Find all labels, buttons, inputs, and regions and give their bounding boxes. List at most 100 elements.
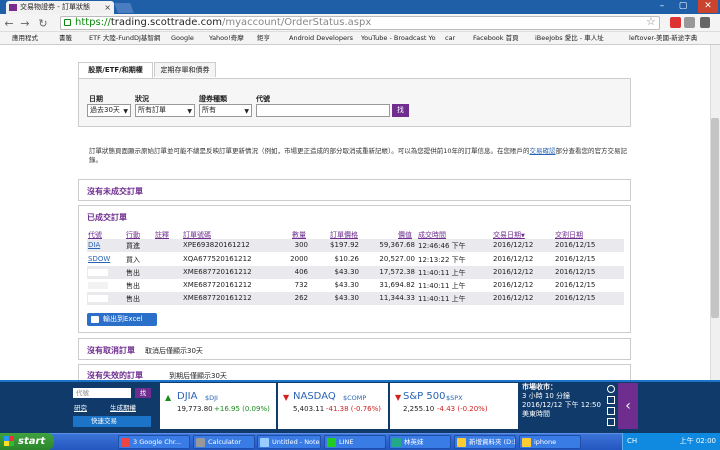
table-row: SDOW 買入 XQA677520161212 2000 $10.26 20,5… — [87, 253, 624, 266]
market-status-label: 市場收市： — [522, 383, 557, 391]
input-language[interactable]: CH — [627, 433, 637, 450]
options-link[interactable]: 生成期權 — [110, 402, 136, 412]
bookmark-icon — [248, 35, 255, 42]
trade-date-cell: 2016/12/12 — [493, 281, 534, 289]
bookmark-item[interactable]: YouTube - Broadcast Yo — [352, 33, 436, 44]
quantity-cell: 2000 — [290, 255, 308, 263]
status-select[interactable]: 所有訂單 ▼ — [135, 104, 195, 117]
taskbar-item[interactable]: Untitled - Note... — [257, 435, 321, 449]
line-icon — [327, 438, 336, 447]
address-bar[interactable]: https://trading.scottrade.com/myaccount/… — [60, 16, 660, 30]
bookmark-icon — [352, 35, 359, 42]
bookmark-item[interactable]: Android Developers — [280, 33, 353, 44]
bookmark-item[interactable]: ETF 大陸-FundDJ基智網 — [80, 33, 160, 44]
taskbar-item[interactable]: 新增資料夾 (D:) — [454, 435, 516, 449]
extension-icon[interactable] — [684, 17, 695, 28]
settings-icon[interactable] — [607, 396, 615, 404]
ticker-tools — [604, 383, 618, 429]
close-tab-icon[interactable]: × — [104, 1, 111, 14]
tab-cd-bonds[interactable]: 定期存單和債券 — [154, 62, 216, 77]
index-value: 19,773.80 — [177, 405, 213, 413]
taskbar-item[interactable]: LINE — [324, 435, 386, 449]
bookmark-item[interactable]: leftover-美國-新途字典 — [620, 33, 697, 44]
value-cell: 17,572.38 — [379, 268, 415, 276]
action-cell: 售出 — [126, 269, 140, 277]
maximize-button[interactable]: ▢ — [676, 0, 690, 13]
open-orders-title: 沒有未成交訂單 — [87, 187, 143, 196]
index-change: -4.43 (-0.20%) — [437, 405, 488, 413]
bookmark-icon — [620, 35, 627, 42]
settle-date-cell: 2016/12/15 — [555, 294, 596, 302]
tab-stocks-etf[interactable]: 股票/ETF/和期權 — [78, 62, 153, 78]
extension-icon[interactable] — [670, 17, 681, 28]
index-change: -41.38 (-0.76%) — [326, 405, 382, 413]
ticker-symbol-input[interactable]: 代號 — [73, 388, 131, 398]
system-tray: CH 上午 02:00 — [622, 433, 720, 450]
down-arrow-icon: ▼ — [395, 393, 402, 402]
bookmark-icon — [3, 35, 10, 42]
refresh-icon[interactable] — [607, 385, 615, 393]
notepad-icon — [260, 438, 269, 447]
bookmark-item[interactable]: 應用程式 — [3, 33, 38, 44]
start-button[interactable]: start — [0, 433, 54, 450]
symbol-link[interactable]: DIA — [88, 241, 100, 249]
url-path: /myaccount/OrderStatus.aspx — [221, 17, 372, 28]
bookmark-item[interactable]: Google — [162, 33, 194, 44]
order-price-cell: $43.30 — [334, 281, 360, 289]
symbol-link[interactable] — [88, 282, 108, 289]
taskbar-item[interactable]: iphone — [519, 435, 581, 449]
bookmark-item[interactable]: Facebook 首頁 — [464, 33, 519, 44]
index-value: 5,403.11 — [293, 405, 325, 413]
value-cell: 59,367.68 — [379, 241, 415, 249]
reload-icon[interactable]: ↻ — [36, 17, 50, 30]
index-name: DJIA — [177, 391, 198, 402]
help-icon[interactable] — [607, 407, 615, 415]
date-select[interactable]: 過去30天 ▼ — [87, 104, 131, 117]
cancelled-orders-panel: 沒有取消訂單 取消后僅顯示30天 — [78, 338, 631, 360]
symbol-input[interactable] — [256, 104, 390, 117]
menu-icon[interactable] — [700, 17, 710, 28]
code-label: 代號 — [256, 95, 270, 103]
window-close-button[interactable]: ✕ — [698, 0, 718, 13]
quick-trade-button[interactable]: 快速交易 — [73, 416, 151, 427]
ticker-go-button[interactable]: 找 — [135, 388, 151, 398]
order-price-cell: $43.30 — [334, 268, 360, 276]
quantity-cell: 406 — [294, 268, 308, 276]
favicon-icon — [9, 4, 17, 11]
bookmark-star-icon[interactable]: ☆ — [646, 15, 656, 28]
export-excel-button[interactable]: 輸出到Excel — [87, 313, 157, 326]
chat-icon — [392, 438, 401, 447]
trade-confirmation-link[interactable]: 交易確認 — [530, 147, 556, 155]
taskbar-item[interactable]: 林英妹 — [389, 435, 451, 449]
table-row: 售出 XME687720161212 732 $43.30 31,694.82 … — [87, 279, 624, 292]
market-timezone: 美東時間 — [522, 410, 550, 418]
back-icon[interactable]: ← — [2, 17, 16, 30]
popout-icon[interactable] — [607, 418, 615, 426]
bookmark-item[interactable]: car — [436, 33, 455, 44]
order-number-cell: XME687720161212 — [183, 294, 252, 302]
taskbar-item[interactable]: Calculator — [193, 435, 255, 449]
search-button[interactable]: 找 — [392, 104, 409, 117]
bookmark-item[interactable]: iBeeJobs 愛比 - 車人址 — [526, 33, 604, 44]
trade-date-cell: 2016/12/12 — [493, 241, 534, 249]
minimize-button[interactable]: – — [655, 0, 669, 13]
collapse-ticker-button[interactable]: ‹ — [618, 383, 638, 429]
symbol-link[interactable] — [88, 269, 108, 276]
security-type-select[interactable]: 所有 ▼ — [199, 104, 252, 117]
fill-time-cell: 12:46:46 下午 — [418, 242, 466, 250]
order-price-cell: $197.92 — [330, 241, 359, 249]
symbol-link[interactable]: SDOW — [88, 255, 110, 263]
taskbar-item[interactable]: 3 Google Chr... — [118, 435, 190, 449]
scrollbar-thumb[interactable] — [711, 118, 719, 318]
browser-tab[interactable]: 交易物證券 - 訂單狀態 × — [6, 1, 114, 14]
symbol-link[interactable] — [88, 295, 108, 302]
new-tab-button[interactable] — [114, 3, 134, 13]
status-label: 狀況 — [135, 95, 149, 103]
bookmark-item[interactable]: 書籤 — [50, 33, 72, 44]
forward-icon[interactable]: → — [18, 17, 32, 30]
value-cell: 20,527.00 — [379, 255, 415, 263]
value-cell: 31,694.82 — [379, 281, 415, 289]
bookmark-item[interactable]: 鉅亨 — [248, 33, 270, 44]
bookmark-item[interactable]: Yahoo!奇摩 — [200, 33, 244, 44]
research-link[interactable]: 研究 — [74, 402, 87, 412]
